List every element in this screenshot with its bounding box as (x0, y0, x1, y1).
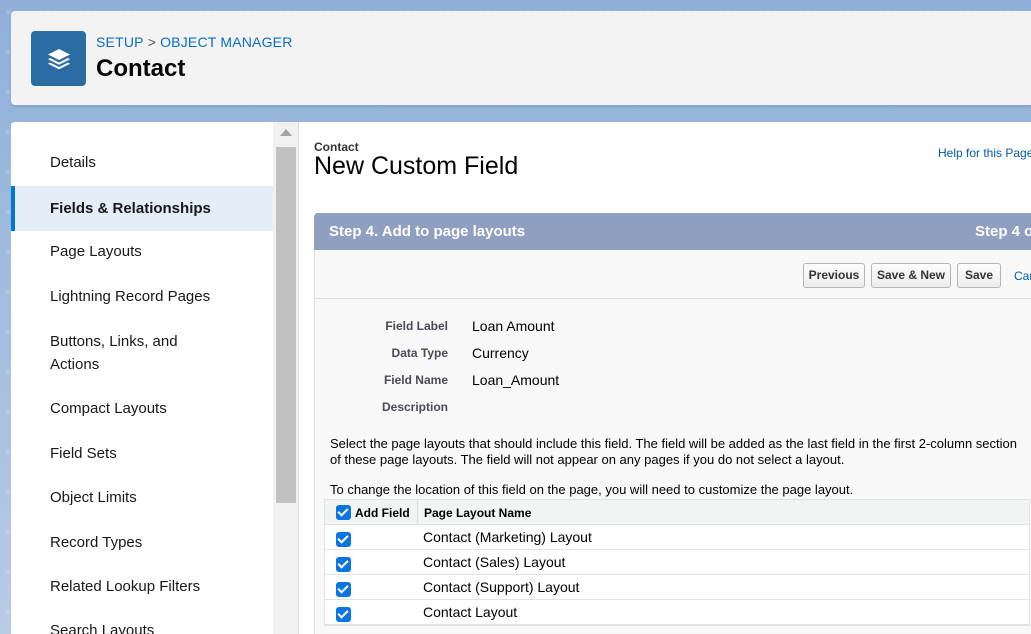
button-row: Previous Save & New Save Cancel (315, 250, 1031, 299)
sidebar-item-details[interactable]: Details (11, 151, 273, 174)
sidebar-item-lightning-record-pages[interactable]: Lightning Record Pages (11, 285, 273, 308)
sidebar-item-buttons-links-actions[interactable]: Buttons, Links, and Actions (11, 330, 211, 376)
sidebar-item-field-sets[interactable]: Field Sets (11, 442, 273, 465)
table-row: Contact Layout (325, 600, 1029, 625)
sidebar-item-related-lookup-filters[interactable]: Related Lookup Filters (11, 575, 273, 598)
layers-icon (31, 31, 86, 86)
save-button[interactable]: Save (957, 263, 1001, 288)
detail-label: Description (381, 400, 448, 414)
cancel-link[interactable]: Cancel (1014, 269, 1031, 283)
step-header: Step 4. Add to page layouts Step 4 of 4 (314, 213, 1031, 250)
page-layout-name-column-header: Page Layout Name (424, 506, 532, 520)
layout-checkbox[interactable] (336, 532, 351, 547)
detail-value: Loan Amount (472, 318, 555, 334)
table-header: Add Field Page Layout Name (325, 500, 1029, 525)
layout-checkbox[interactable] (336, 607, 351, 622)
breadcrumb: SETUP > OBJECT MANAGER (96, 34, 293, 50)
content-title: New Custom Field (314, 152, 519, 180)
scrollbar-thumb[interactable] (276, 147, 296, 503)
detail-label: Field Name (383, 373, 448, 387)
sidebar-item-search-layouts[interactable]: Search Layouts (11, 619, 273, 634)
table-row: Contact (Sales) Layout (325, 550, 1029, 575)
content-area: Contact New Custom Field Help for this P… (300, 122, 1031, 634)
detail-label: Data Type (391, 346, 448, 360)
layout-name: Contact (Marketing) Layout (423, 529, 592, 545)
page-layouts-table: Add Field Page Layout Name Contact (Mark… (324, 499, 1030, 626)
sidebar-item-compact-layouts[interactable]: Compact Layouts (11, 397, 273, 420)
sidebar-scrollbar[interactable] (273, 122, 299, 634)
step-title: Step 4. Add to page layouts (329, 223, 526, 240)
main-card: Details Fields & Relationships Page Layo… (11, 122, 1031, 634)
scroll-up-arrow-icon[interactable] (280, 129, 292, 136)
breadcrumb-object-manager-link[interactable]: OBJECT MANAGER (160, 34, 292, 50)
sidebar-item-fields-relationships[interactable]: Fields & Relationships (11, 186, 273, 231)
sidebar-item-page-layouts[interactable]: Page Layouts (11, 240, 273, 263)
layout-name: Contact Layout (423, 604, 518, 620)
save-new-button[interactable]: Save & New (871, 263, 951, 288)
breadcrumb-setup-link[interactable]: SETUP (96, 34, 144, 50)
layout-checkbox[interactable] (336, 582, 351, 597)
detail-value: Loan_Amount (472, 372, 560, 388)
add-field-column-header: Add Field (355, 506, 410, 520)
page-title: Contact (96, 55, 186, 82)
layout-name: Contact (Support) Layout (423, 579, 580, 595)
layout-checkbox[interactable] (336, 557, 351, 572)
previous-button[interactable]: Previous (803, 263, 865, 288)
table-row: Contact (Support) Layout (325, 575, 1029, 600)
table-row: Contact (Marketing) Layout (325, 525, 1029, 550)
sidebar-item-record-types[interactable]: Record Types (11, 531, 273, 554)
help-link[interactable]: Help for this Page (938, 146, 1031, 160)
column-divider (417, 500, 418, 524)
detail-value: Currency (472, 345, 529, 361)
step-counter: Step 4 of 4 (975, 223, 1031, 240)
instructions-text: Select the page layouts that should incl… (330, 436, 1017, 451)
sidebar-item-object-limits[interactable]: Object Limits (11, 486, 273, 509)
layout-name: Contact (Sales) Layout (423, 554, 566, 570)
select-all-checkbox[interactable] (336, 505, 351, 520)
detail-label: Field Label (385, 319, 448, 333)
instructions-text: To change the location of this field on … (330, 482, 854, 497)
breadcrumb-separator: > (147, 34, 157, 50)
instructions-text: of these page layouts. The field will no… (330, 452, 845, 467)
object-header: SETUP > OBJECT MANAGER Contact (11, 11, 1031, 105)
sidebar-nav: Details Fields & Relationships Page Layo… (11, 122, 273, 634)
